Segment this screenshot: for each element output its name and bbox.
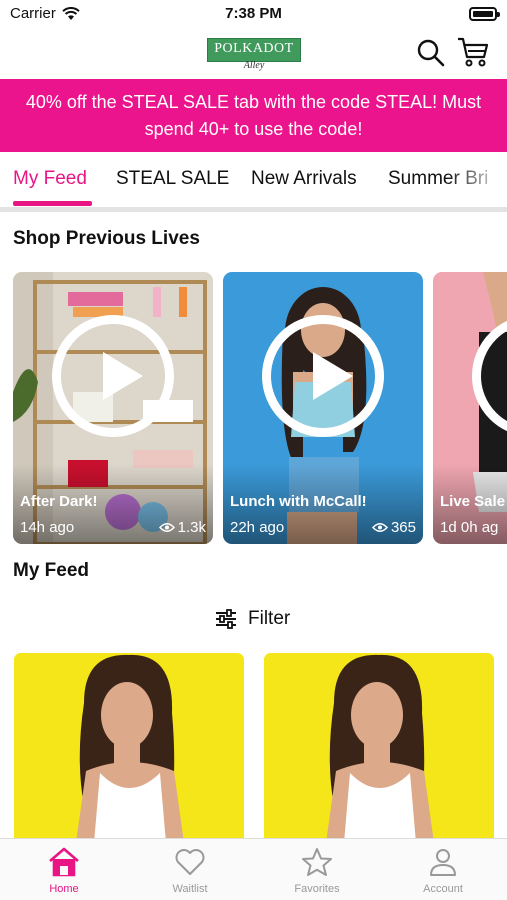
- nav-favorites[interactable]: Favorites: [267, 847, 367, 895]
- promo-banner[interactable]: 40% off the STEAL SALE tab with the code…: [0, 79, 507, 152]
- category-tabs: My Feed STEAL SALE New Arrivals Summer B…: [0, 158, 507, 210]
- tabs-divider: [0, 207, 507, 212]
- cart-icon: [458, 37, 489, 67]
- views-count: 365: [390, 519, 416, 536]
- live-views: 1.3k: [158, 519, 206, 536]
- live-card[interactable]: After Dark! 14h ago 1.3k: [13, 272, 213, 544]
- filter-label: Filter: [248, 608, 291, 629]
- star-icon: [302, 848, 332, 876]
- nav-account[interactable]: Account: [393, 847, 493, 895]
- play-icon: [313, 352, 353, 400]
- sliders-icon: [216, 609, 236, 629]
- logo-text: POLKADOT: [214, 41, 294, 56]
- product-card[interactable]: [264, 653, 494, 843]
- product-image: [264, 653, 494, 843]
- eye-icon: [371, 523, 388, 532]
- live-views: 365: [371, 519, 416, 536]
- nav-home-label: Home: [49, 883, 79, 895]
- live-card[interactable]: Live Sale 1d 0h ag: [433, 272, 507, 544]
- nav-waitlist[interactable]: Waitlist: [140, 847, 240, 895]
- filter-button[interactable]: Filter: [214, 604, 290, 634]
- header: POLKADOT Alley: [0, 28, 507, 78]
- nav-waitlist-label: Waitlist: [172, 883, 208, 895]
- live-title: Live Sale: [440, 493, 506, 510]
- person-icon: [430, 849, 456, 876]
- search-icon: [417, 39, 445, 67]
- tab-my-feed[interactable]: My Feed: [13, 168, 87, 190]
- battery-icon: [469, 7, 500, 21]
- home-icon: [49, 847, 79, 877]
- live-title: Lunch with McCall!: [230, 493, 367, 510]
- product-card[interactable]: [14, 653, 244, 843]
- search-button[interactable]: [416, 38, 446, 68]
- play-button[interactable]: [262, 315, 384, 437]
- nav-home[interactable]: Home: [14, 847, 114, 895]
- play-button[interactable]: [52, 315, 174, 437]
- heart-icon: [175, 849, 205, 875]
- live-title: After Dark!: [20, 493, 98, 510]
- tab-new-arrivals[interactable]: New Arrivals: [251, 168, 357, 190]
- my-feed-title: My Feed: [13, 560, 90, 581]
- tab-steal-sale[interactable]: STEAL SALE: [116, 168, 229, 190]
- previous-lives-title: Shop Previous Lives: [13, 228, 200, 249]
- brand-logo[interactable]: POLKADOT Alley: [207, 36, 301, 72]
- nav-account-label: Account: [423, 883, 463, 895]
- live-time-ago: 14h ago: [20, 519, 75, 536]
- cart-button[interactable]: [456, 36, 490, 68]
- logo-subtext: Alley: [243, 60, 265, 71]
- status-bar: Carrier 7:38 PM: [0, 0, 507, 28]
- live-time-ago: 22h ago: [230, 519, 285, 536]
- nav-favorites-label: Favorites: [294, 883, 340, 895]
- product-image: [14, 653, 244, 843]
- eye-icon: [158, 523, 175, 532]
- active-tab-indicator: [13, 201, 92, 206]
- live-time-ago: 1d 0h ag: [440, 519, 499, 536]
- views-count: 1.3k: [177, 519, 206, 536]
- bottom-nav: Home Waitlist Favorites Account: [0, 838, 507, 900]
- play-icon: [103, 352, 143, 400]
- clock: 7:38 PM: [225, 5, 282, 22]
- live-card[interactable]: Lunch with McCall! 22h ago 365: [223, 272, 423, 544]
- tabs-fade: [447, 158, 507, 206]
